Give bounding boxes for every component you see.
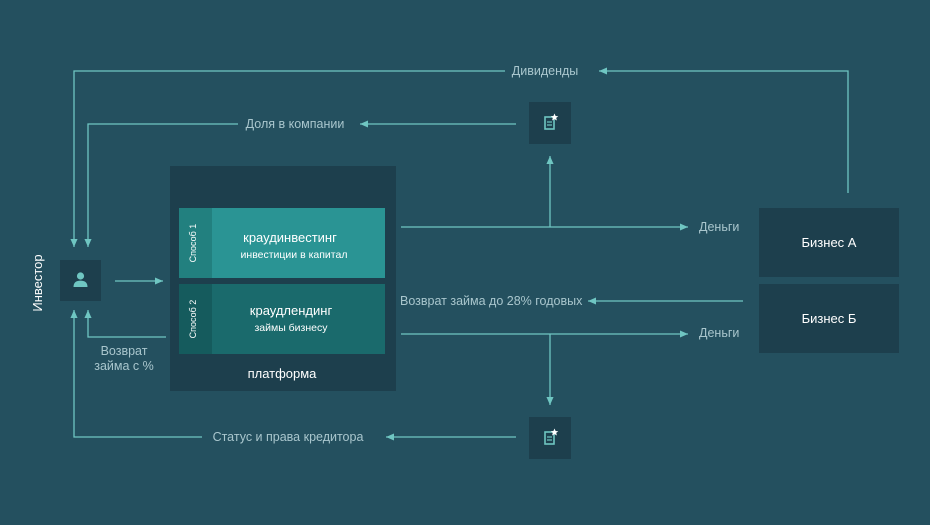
document-bottom-node [529, 417, 571, 459]
method-1-tab-label: Способ 1 [188, 224, 198, 263]
method-1-subtitle: инвестиции в капитал [241, 249, 348, 261]
method-2-subtitle: займы бизнесу [254, 322, 328, 334]
dividends-label: Дивиденды [512, 64, 579, 78]
business-b-box: Бизнес Б [759, 284, 899, 353]
method-1-title: краудинвестинг [243, 230, 337, 245]
platform-box: платформа [170, 166, 396, 391]
document-top-node [529, 102, 571, 144]
method-2-tab-label: Способ 2 [188, 300, 198, 339]
dividends-line [599, 67, 849, 193]
company-share-label: Доля в компании [246, 117, 345, 131]
loan-return-investor-label-1: Возврат [101, 344, 148, 358]
investor-node [60, 260, 101, 301]
flow-diagram: Инвестор платформа Способ 1 краудинвести… [30, 64, 899, 459]
business-a-box: Бизнес А [759, 208, 899, 277]
loan-return-investor-label-2: займа с % [94, 359, 154, 373]
money-b-label: Деньги [699, 326, 739, 340]
business-b-label: Бизнес Б [802, 311, 857, 326]
method-2-title: краудлендинг [250, 303, 333, 318]
loan-return-business-label: Возврат займа до 28% годовых [400, 294, 583, 308]
platform-label: платформа [248, 366, 318, 381]
business-a-label: Бизнес А [802, 235, 857, 250]
creditor-status-label: Статус и права кредитора [213, 430, 364, 444]
investor-label: Инвестор [30, 254, 45, 311]
loan-return-investor-line [84, 310, 166, 338]
method-2-card: Способ 2 краудлендинг займы бизнесу [179, 284, 385, 354]
method-1-card: Способ 1 краудинвестинг инвестиции в кап… [179, 208, 385, 278]
money-a-label: Деньги [699, 220, 739, 234]
